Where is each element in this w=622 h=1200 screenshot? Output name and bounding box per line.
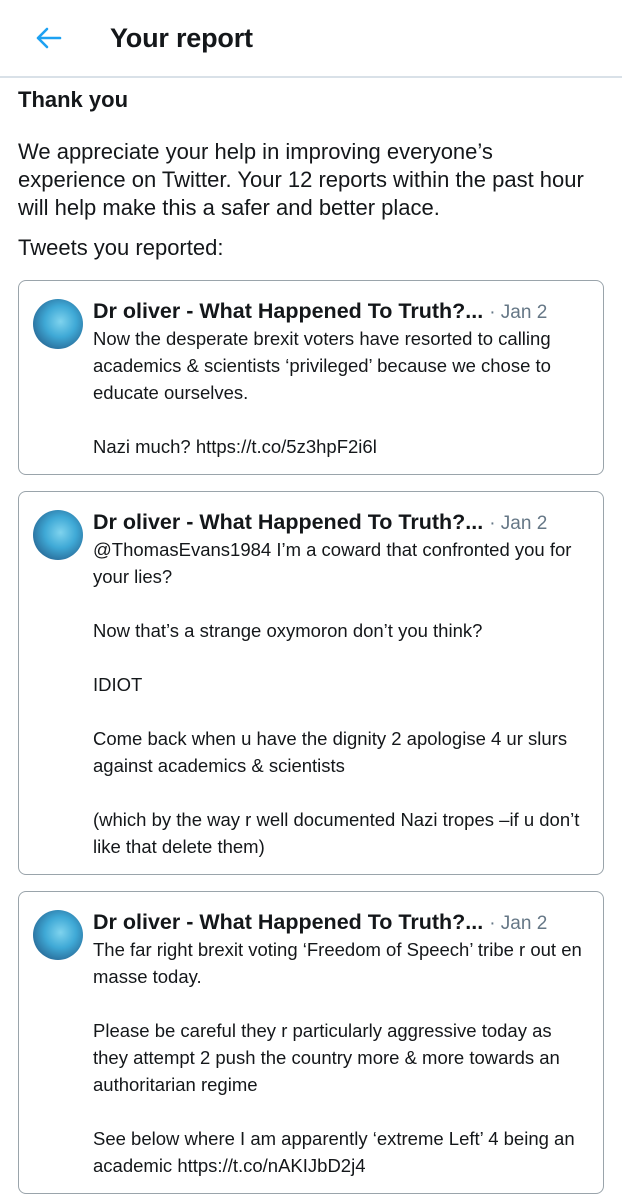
tweet-author: Dr oliver - What Happened To Truth?...: [93, 910, 484, 934]
tweet-body: Dr oliver - What Happened To Truth?... ·…: [93, 908, 585, 1179]
back-arrow-icon: [36, 27, 62, 49]
tweet-author: Dr oliver - What Happened To Truth?...: [93, 510, 484, 534]
reported-tweet-card[interactable]: Dr oliver - What Happened To Truth?... ·…: [18, 280, 604, 475]
tweet-body: Dr oliver - What Happened To Truth?... ·…: [93, 508, 585, 860]
appreciation-message: We appreciate your help in improving eve…: [18, 139, 584, 220]
reported-tweet-card[interactable]: Dr oliver - What Happened To Truth?... ·…: [18, 491, 604, 875]
report-content: Thank you We appreciate your help in imp…: [0, 86, 622, 1194]
tweet-header: Dr oliver - What Happened To Truth?... ·…: [93, 508, 585, 536]
tweet-header: Dr oliver - What Happened To Truth?... ·…: [93, 297, 585, 325]
tweet-text: The far right brexit voting ‘Freedom of …: [93, 939, 582, 1176]
back-button[interactable]: [28, 18, 68, 58]
avatar: [33, 510, 83, 560]
reported-tweet-card[interactable]: Dr oliver - What Happened To Truth?... ·…: [18, 891, 604, 1194]
reported-tweets-label: Tweets you reported:: [18, 235, 224, 260]
avatar: [33, 910, 83, 960]
tweet-body: Dr oliver - What Happened To Truth?... ·…: [93, 297, 585, 460]
tweet-date: · Jan 2: [489, 302, 548, 323]
top-bar: Your report: [0, 0, 622, 78]
thanks-heading: Thank you: [18, 87, 129, 112]
avatar: [33, 299, 83, 349]
tweet-date: · Jan 2: [489, 913, 548, 934]
tweet-header: Dr oliver - What Happened To Truth?... ·…: [93, 908, 585, 936]
page-title: Your report: [110, 22, 253, 53]
tweet-author: Dr oliver - What Happened To Truth?...: [93, 299, 484, 323]
tweet-date: · Jan 2: [489, 513, 548, 534]
tweet-text: Now the desperate brexit voters have res…: [93, 328, 551, 457]
tweet-text: @ThomasEvans1984 I’m a coward that confr…: [93, 539, 580, 857]
